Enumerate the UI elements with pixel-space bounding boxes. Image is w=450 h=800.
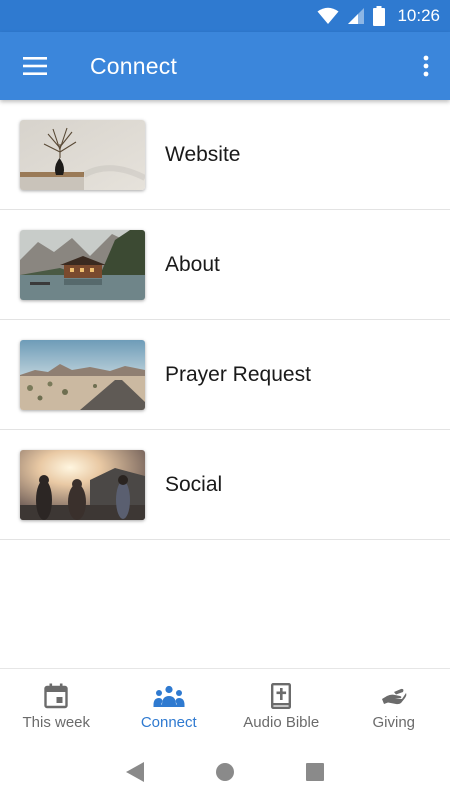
list-item-website[interactable]: Website (0, 100, 450, 210)
status-bar: 10:26 (0, 0, 450, 32)
back-triangle-icon (126, 762, 144, 782)
list-item-about[interactable]: About (0, 210, 450, 320)
calendar-icon (44, 683, 68, 709)
nav-label: This week (22, 714, 91, 731)
nav-label: Audio Bible (243, 714, 320, 731)
home-button[interactable] (205, 752, 245, 792)
recents-square-icon (306, 763, 324, 781)
nav-label: Giving (372, 714, 416, 731)
back-button[interactable] (115, 752, 155, 792)
hamburger-menu-icon (23, 57, 47, 75)
connect-list: Website About Prayer Request Social (0, 100, 450, 540)
nav-giving[interactable]: Giving (338, 669, 450, 744)
signal-icon (348, 8, 365, 24)
item-label: About (165, 252, 220, 276)
bible-icon (271, 683, 292, 709)
people-sunset-photo (20, 449, 145, 520)
menu-button[interactable] (0, 32, 70, 100)
status-time: 10:26 (397, 6, 440, 25)
item-label: Website (165, 142, 241, 166)
nav-audio-bible[interactable]: Audio Bible (225, 669, 338, 744)
people-group-icon (153, 685, 185, 707)
social-thumbnail (20, 449, 145, 520)
nav-label: Connect (140, 714, 197, 731)
app-bar: Connect (0, 32, 450, 100)
home-circle-icon (216, 763, 234, 781)
wifi-icon (317, 7, 339, 24)
battery-icon (373, 6, 386, 26)
item-label: Social (165, 472, 223, 496)
giving-hand-icon (381, 688, 407, 705)
bottom-navigation: This week Connect Audio Bible Giving (0, 668, 450, 744)
recents-button[interactable] (295, 752, 335, 792)
desert-road-photo (20, 339, 145, 410)
about-thumbnail (20, 229, 145, 300)
lake-cabin-photo (20, 229, 145, 300)
prayer-request-thumbnail (20, 339, 145, 410)
list-item-prayer-request[interactable]: Prayer Request (0, 320, 450, 430)
website-thumbnail (20, 119, 145, 190)
overflow-menu-button[interactable] (402, 32, 450, 100)
system-navigation-bar (0, 744, 450, 800)
nav-connect[interactable]: Connect (113, 669, 226, 744)
more-vert-icon (423, 55, 429, 77)
page-title: Connect (90, 52, 178, 79)
list-item-social[interactable]: Social (0, 430, 450, 540)
nav-this-week[interactable]: This week (0, 669, 113, 744)
plant-vase-photo (20, 119, 145, 190)
item-label: Prayer Request (165, 362, 311, 386)
